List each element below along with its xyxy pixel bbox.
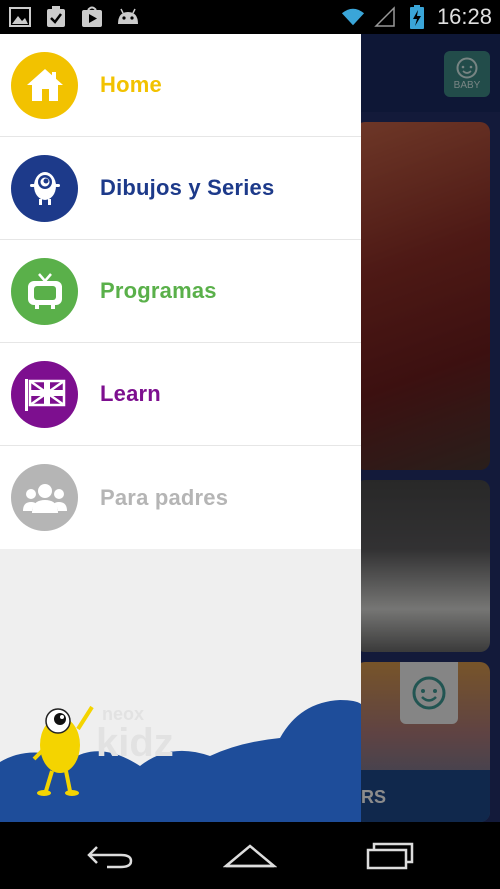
home-circle	[11, 51, 78, 119]
tv-icon	[27, 273, 62, 309]
cartoon-eye-icon	[29, 172, 60, 205]
menu-label-padres: Para padres	[100, 484, 229, 510]
signal-icon	[373, 6, 397, 28]
clock: 16:28	[436, 4, 492, 29]
home-icon	[223, 843, 277, 867]
dibujos-circle	[11, 154, 78, 222]
menu-label-home: Home	[100, 72, 162, 97]
house-icon	[26, 69, 63, 101]
menu-label-learn: Learn	[100, 381, 161, 406]
padres-circle	[11, 464, 78, 531]
learn-circle	[11, 360, 78, 428]
navigation-drawer: Home Dibujos y Series Programas Learn Pa…	[0, 34, 361, 822]
mascot-character	[32, 705, 94, 796]
home-button[interactable]	[205, 831, 295, 881]
play-store-icon	[80, 6, 104, 28]
clipboard-check-icon	[44, 6, 68, 28]
status-bar: 16:28	[0, 0, 500, 34]
screen: 16:28 BABY RS Home Dibujos y Series Prog…	[0, 0, 500, 889]
android-icon	[116, 6, 140, 28]
menu-item-home[interactable]: Home	[0, 34, 361, 137]
menu-item-para-padres[interactable]: Para padres	[0, 446, 361, 549]
menu-item-learn[interactable]: Learn	[0, 343, 361, 446]
menu-item-dibujos[interactable]: Dibujos y Series	[0, 137, 361, 240]
recents-button[interactable]	[345, 831, 435, 881]
back-button[interactable]	[65, 831, 155, 881]
menu-item-programas[interactable]: Programas	[0, 240, 361, 343]
drawer-menu: Home Dibujos y Series Programas Learn Pa…	[0, 34, 361, 549]
recents-icon	[366, 842, 414, 869]
menu-label-dibujos: Dibujos y Series	[100, 175, 275, 200]
parents-icon	[22, 483, 67, 513]
svg-text:kidz: kidz	[96, 721, 174, 762]
notification-icons	[8, 6, 140, 28]
system-status: 16:28	[341, 4, 492, 30]
programas-circle	[11, 257, 78, 325]
menu-label-programas: Programas	[100, 278, 217, 303]
battery-charging-icon	[405, 5, 429, 29]
back-icon	[87, 845, 133, 868]
system-nav-bar	[0, 822, 500, 889]
uk-flag-icon	[24, 379, 65, 411]
wifi-icon	[341, 6, 365, 28]
neox-kidz-logo: neox kidz	[96, 704, 174, 762]
image-icon	[8, 6, 32, 28]
